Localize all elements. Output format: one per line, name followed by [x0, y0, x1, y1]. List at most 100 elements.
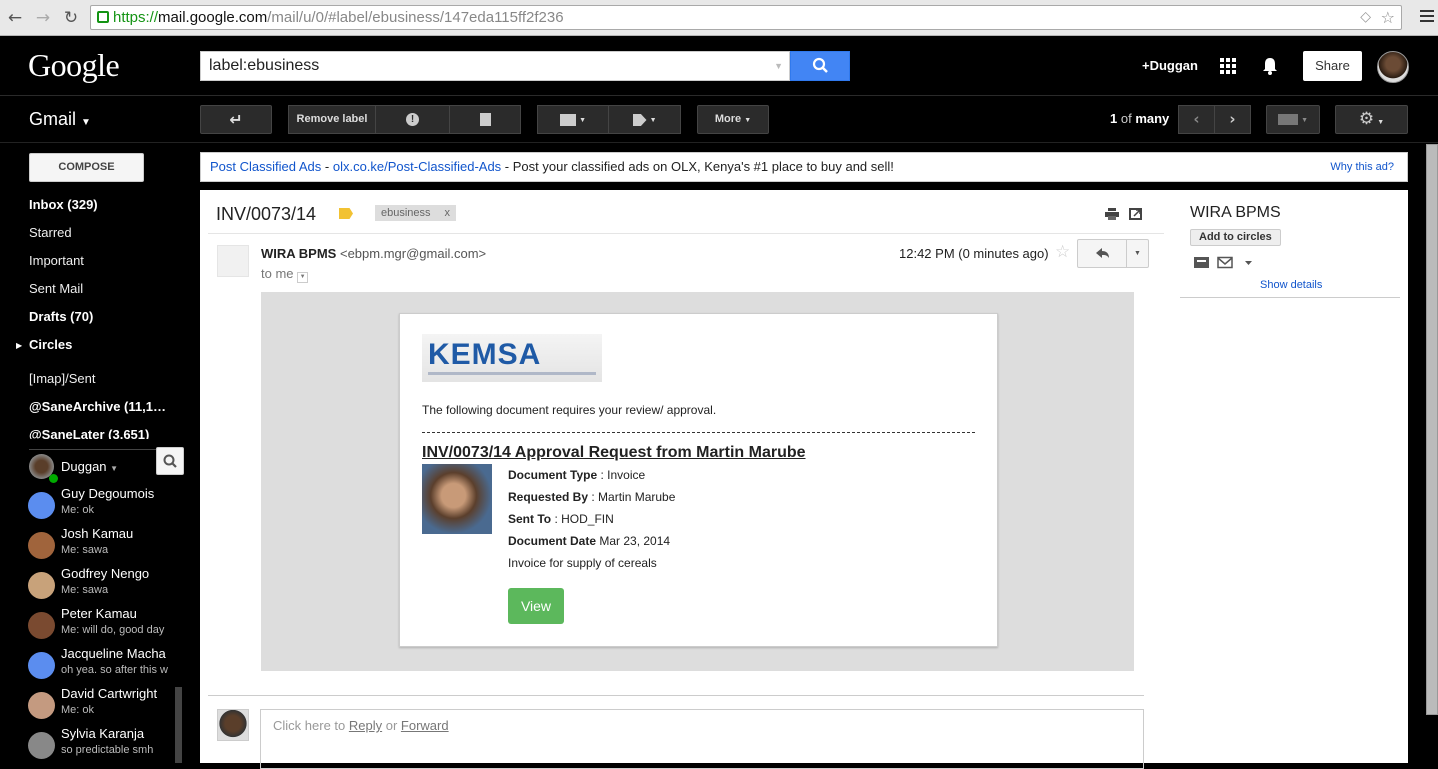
search-button[interactable]	[790, 51, 850, 81]
google-bar: Google label:ebusiness ▼ +Duggan Share	[0, 36, 1438, 96]
contact-name: David Cartwright	[61, 686, 158, 701]
search-value: label:ebusiness	[209, 57, 320, 74]
gmail-menu[interactable]: Gmail ▼	[29, 109, 91, 130]
field-value: HOD_FIN	[561, 512, 614, 526]
show-details-dropdown-icon[interactable]: ▼	[297, 272, 309, 283]
label-name: ebusiness	[381, 207, 431, 219]
reply-box[interactable]: Click here to Reply or Forward	[260, 709, 1144, 769]
nav-imap-sent[interactable]: [Imap]/Sent	[29, 371, 95, 386]
google-logo[interactable]: Google	[28, 47, 120, 84]
nav-sanearchive[interactable]: @SaneArchive (11,1…	[29, 399, 169, 414]
back-to-label-button[interactable]: ↵	[200, 105, 272, 134]
ad-url-link[interactable]: olx.co.ke/Post-Classified-Ads	[333, 159, 501, 174]
expand-arrow-icon[interactable]: ▶	[16, 341, 22, 350]
new-window-icon[interactable]	[1129, 208, 1143, 220]
intro-text: The following document requires your rev…	[422, 403, 717, 417]
chat-contact[interactable]: Godfrey Nengo Me: sawa	[28, 566, 178, 606]
star-icon[interactable]: ☆	[1055, 242, 1070, 262]
chat-contact[interactable]: Guy Degoumois Me: ok	[28, 486, 178, 526]
settings-button[interactable]: ⚙ ▼	[1335, 105, 1408, 134]
label-tag-icon	[632, 114, 647, 126]
chat-contact[interactable]: David Cartwright Me: ok	[28, 686, 178, 726]
bookmark-star-icon[interactable]: ☆	[1381, 6, 1395, 29]
ad-bar: Post Classified Ads - olx.co.ke/Post-Cla…	[200, 152, 1408, 182]
chat-scrollbar[interactable]	[175, 687, 182, 763]
browser-chrome: ← → ↻ https://mail.google.com/mail/u/0/#…	[0, 0, 1438, 36]
share-button[interactable]: Share	[1303, 51, 1362, 81]
chevron-down-icon[interactable]	[1245, 261, 1252, 265]
delete-button[interactable]	[449, 105, 521, 134]
chat-contact[interactable]: Jacqueline Macha oh yea. so after this w	[28, 646, 178, 686]
nav-sanelater[interactable]: @SaneLater (3,651)	[29, 427, 149, 439]
forward-icon[interactable]: →	[33, 8, 53, 28]
importance-marker-icon[interactable]	[339, 208, 353, 219]
chat-contact[interactable]: Sylvia Karanja so predictable smh	[28, 726, 178, 766]
account-avatar[interactable]	[1377, 51, 1409, 83]
avatar	[28, 532, 55, 559]
remove-label-x[interactable]: x	[445, 207, 451, 219]
compose-button[interactable]: COMPOSE	[29, 153, 144, 182]
nav-circles[interactable]: Circles	[29, 337, 72, 352]
more-button[interactable]: More ▼	[697, 105, 769, 134]
label-chip: ebusiness x	[375, 205, 457, 221]
reload-icon[interactable]: ↻	[61, 8, 81, 28]
move-to-button[interactable]: ▼	[537, 105, 609, 134]
reply-button[interactable]	[1077, 239, 1127, 268]
profile-card-icon[interactable]	[1194, 257, 1209, 268]
divider	[1180, 297, 1400, 298]
email-icon[interactable]	[1217, 256, 1233, 269]
add-to-circles-button[interactable]: Add to circles	[1190, 229, 1281, 246]
older-button[interactable]: ›	[1214, 105, 1251, 134]
chat-search-button[interactable]	[156, 447, 184, 475]
url-scheme: https://	[113, 9, 159, 26]
ad-title-link[interactable]: Post Classified Ads	[210, 159, 321, 174]
google-plus-user[interactable]: +Duggan	[1142, 58, 1198, 73]
contact-last-message: oh yea. so after this w	[61, 664, 168, 676]
search-options-icon[interactable]: ▼	[774, 52, 783, 80]
remove-label-button[interactable]: Remove label	[288, 105, 376, 134]
sender-avatar[interactable]	[217, 245, 249, 277]
pager-total: many	[1135, 111, 1170, 126]
labels-button[interactable]: ▼	[608, 105, 681, 134]
input-tools-button[interactable]: ▼	[1266, 105, 1320, 134]
browser-menu-icon[interactable]	[1420, 10, 1434, 24]
view-button[interactable]: View	[508, 588, 564, 624]
nav-sent-mail[interactable]: Sent Mail	[29, 281, 83, 296]
field-separator: :	[597, 468, 608, 482]
contact-last-message: Me: ok	[61, 704, 95, 716]
more-actions-button[interactable]: ▼	[1126, 239, 1149, 268]
apps-grid-icon[interactable]	[1220, 58, 1236, 74]
page-scrollbar[interactable]	[1426, 144, 1438, 715]
chat-contact[interactable]: Peter Kamau Me: will do, good day	[28, 606, 178, 646]
search-input[interactable]: label:ebusiness ▼	[200, 51, 790, 81]
report-spam-button[interactable]: !	[375, 105, 450, 134]
translate-icon[interactable]: ◇	[1360, 6, 1371, 29]
sender-name[interactable]: WIRA BPMS	[261, 246, 336, 261]
chat-contact[interactable]: Josh Kamau Me: sawa	[28, 526, 178, 566]
contact-name: Peter Kamau	[61, 606, 137, 621]
notifications-bell-icon[interactable]	[1260, 56, 1280, 76]
nav-drafts[interactable]: Drafts (70)	[29, 309, 93, 324]
url-bar[interactable]: https://mail.google.com/mail/u/0/#label/…	[90, 5, 1402, 30]
folder-icon	[560, 114, 576, 126]
nav-inbox[interactable]: Inbox (329)	[29, 197, 98, 212]
nav-important[interactable]: Important	[29, 253, 84, 268]
field-label: Requested By	[508, 490, 589, 504]
reply-prompt: Click here to	[273, 718, 349, 733]
logo-text: KEMSA	[428, 338, 542, 371]
email-body: KEMSA The following document requires yo…	[261, 292, 1134, 671]
why-this-ad-link[interactable]: Why this ad?	[1330, 153, 1394, 181]
print-icon[interactable]	[1105, 208, 1119, 220]
newer-button[interactable]: ‹	[1178, 105, 1215, 134]
chat-me-label: Duggan	[61, 459, 107, 474]
show-details-link[interactable]: Show details	[1260, 279, 1322, 291]
message-subject: INV/0073/14	[216, 204, 317, 224]
back-icon[interactable]: ←	[5, 8, 25, 28]
nav-starred[interactable]: Starred	[29, 225, 72, 240]
field-document-type: Document Type : Invoice	[508, 468, 645, 482]
reply-link[interactable]: Reply	[349, 718, 382, 733]
dashed-divider	[422, 432, 975, 433]
forward-link[interactable]: Forward	[401, 718, 449, 733]
request-title[interactable]: INV/0073/14 Approval Request from Martin…	[422, 444, 806, 462]
url-path: /mail/u/0/#label/ebusiness/147eda115ff2f…	[267, 9, 564, 26]
